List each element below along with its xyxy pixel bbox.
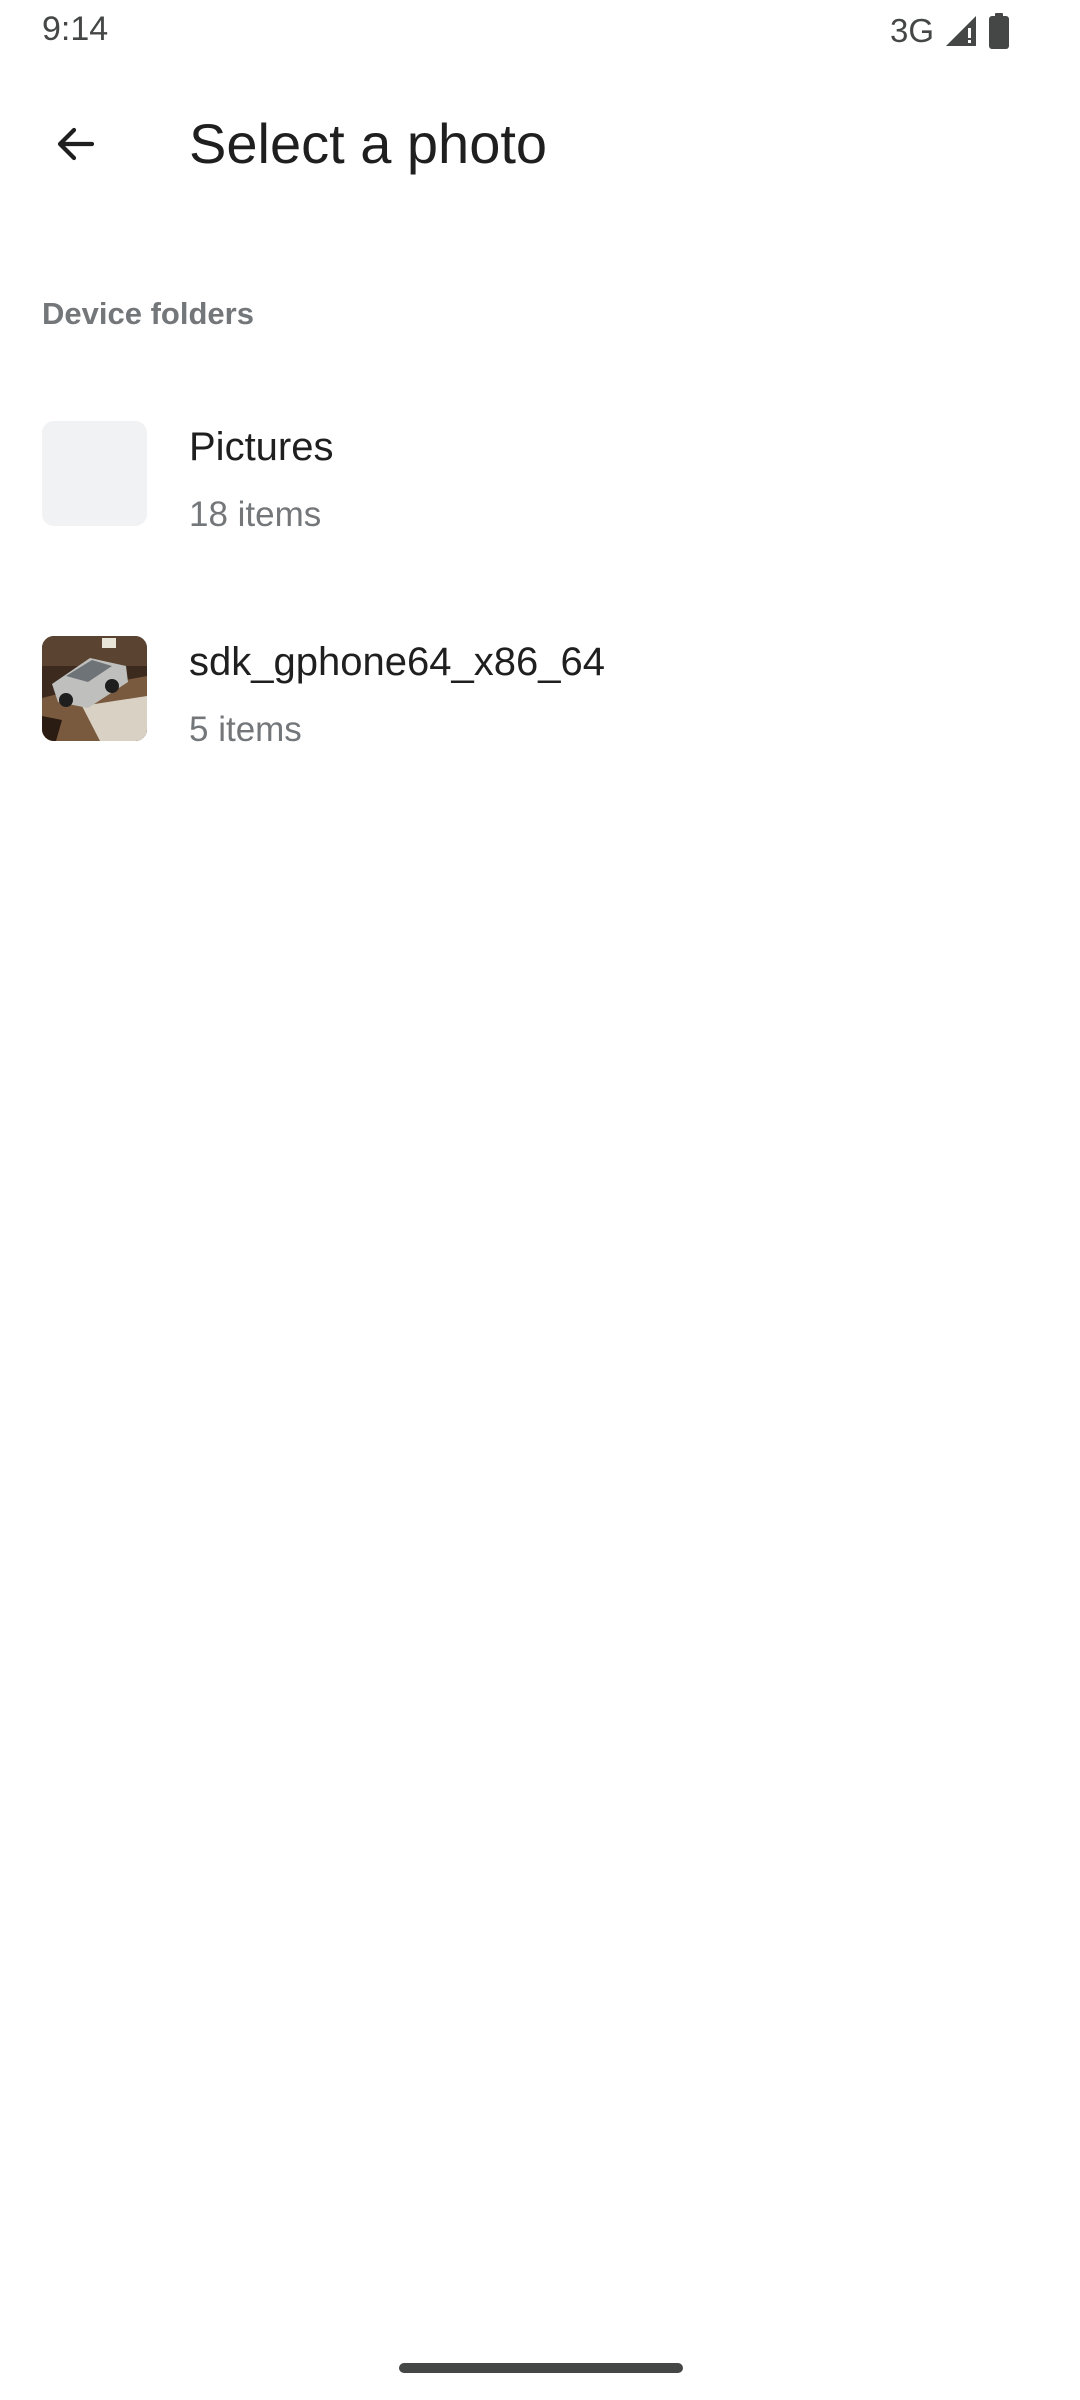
folder-item-pictures[interactable]: Pictures 18 items [0, 392, 1080, 607]
network-type: 3G [889, 12, 934, 49]
gesture-nav-handle[interactable] [399, 2363, 683, 2373]
signal-icon [944, 14, 978, 48]
page-title: Select a photo [189, 112, 548, 175]
battery-icon [988, 13, 1010, 49]
status-time: 9:14 [42, 10, 109, 48]
arrow-back-icon [52, 120, 100, 173]
status-bar: 9:14 3G [0, 0, 1080, 64]
folder-thumbnail-empty [42, 421, 147, 526]
folder-name: sdk_gphone64_x86_64 [189, 640, 605, 684]
section-header-device-folders: Device folders [42, 296, 254, 331]
back-button[interactable] [28, 98, 124, 194]
folder-item-count: 5 items [189, 710, 302, 749]
app-bar: Select a photo [0, 86, 1080, 206]
folder-item-count: 18 items [189, 495, 322, 534]
folder-list: Pictures 18 items sdk_gphone64_x86_64 5 … [0, 392, 1080, 822]
folder-thumbnail-photo [42, 636, 147, 741]
folder-item-sdk-gphone[interactable]: sdk_gphone64_x86_64 5 items [0, 607, 1080, 822]
status-indicators: 3G [890, 10, 1010, 52]
folder-name: Pictures [189, 425, 334, 469]
